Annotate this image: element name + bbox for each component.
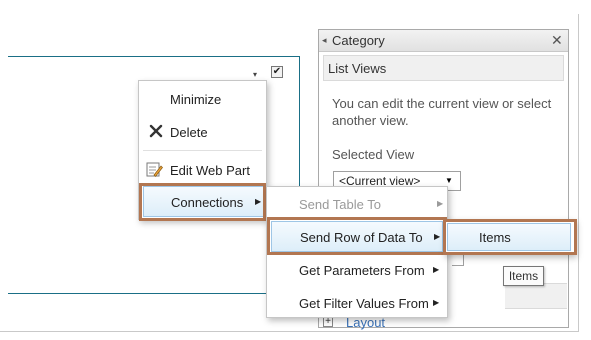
frame-right-border (578, 14, 579, 332)
menu-item-minimize[interactable]: Minimize (170, 92, 221, 107)
web-part-menu-chevron-icon[interactable]: ▾ (253, 70, 257, 79)
list-views-section-header: List Views (323, 55, 564, 81)
submenu-arrow-icon: ▶ (433, 298, 440, 307)
delete-x-icon (149, 124, 163, 138)
tool-pane-title: Category (332, 33, 385, 48)
expand-plus-icon[interactable]: + (323, 317, 333, 327)
list-views-description: You can edit the current view or select … (332, 96, 552, 128)
connections-callout-box (139, 183, 266, 221)
menu-item-get-parameters-from[interactable]: Get Parameters From (299, 263, 425, 278)
tool-pane-header: ◂ Category ✕ (319, 30, 568, 52)
submenu-arrow-icon: ▶ (433, 265, 440, 274)
menu-separator (143, 150, 262, 151)
items-callout-box (443, 219, 577, 255)
edit-webpart-icon (146, 162, 163, 178)
selected-view-label: Selected View (332, 147, 415, 162)
tool-pane-section-bar (505, 283, 567, 309)
dropdown-arrow-icon: ▼ (445, 176, 453, 185)
send-row-callout-box (267, 217, 447, 255)
menu-item-edit-web-part[interactable]: Edit Web Part (170, 163, 250, 178)
list-views-title: List Views (328, 61, 387, 76)
submenu-arrow-icon: ▶ (437, 199, 444, 208)
menu-item-delete[interactable]: Delete (170, 125, 208, 140)
web-part-select-checkbox[interactable]: ✔ (271, 66, 283, 78)
collapse-left-icon[interactable]: ◂ (322, 35, 327, 46)
menu-item-get-filter-values-from[interactable]: Get Filter Values From (299, 296, 429, 311)
close-icon[interactable]: ✕ (551, 32, 563, 49)
frame-bottom-border (0, 331, 579, 332)
menu-item-send-table-to: Send Table To (299, 197, 381, 212)
items-tooltip: Items (503, 266, 544, 286)
